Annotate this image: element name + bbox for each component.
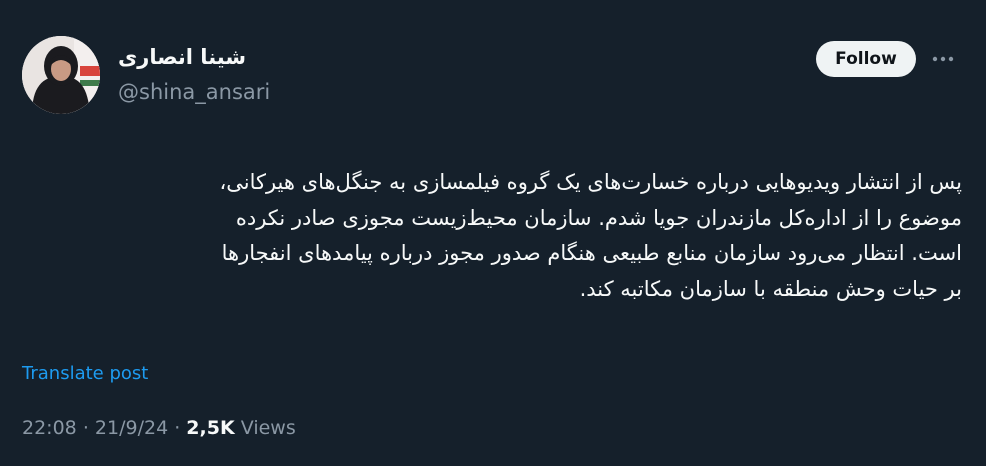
more-options-button[interactable] [930, 48, 956, 70]
more-horizontal-icon [932, 56, 954, 62]
tweet-text: پس از انتشار ویدیوهایی درباره خسارت‌های … [22, 165, 962, 307]
post-date[interactable]: 21/9/24 [95, 417, 168, 439]
translate-post-link[interactable]: Translate post [22, 361, 148, 387]
tweet-text-line: موضوع را از اداره‌کل مازندران جویا شدم. … [235, 205, 962, 230]
meta-separator: · [82, 417, 89, 439]
tweet-text-line: پس از انتشار ویدیوهایی درباره خسارت‌های … [219, 170, 962, 194]
tweet-metadata: 22:08 · 21/9/24 · 2,5K Views [22, 413, 296, 443]
tweet-text-line: بر حیات وحش منطقه با سازمان مکاتبه کند. [579, 276, 962, 301]
profile-photo [22, 36, 100, 114]
username-handle[interactable]: @shina_ansari [118, 78, 270, 106]
tweet-text-line: است. انتظار می‌رود سازمان منابع طبیعی هن… [221, 241, 962, 265]
follow-button[interactable]: Follow [816, 41, 916, 77]
avatar[interactable] [22, 36, 100, 114]
views-label: Views [240, 417, 296, 439]
post-time[interactable]: 22:08 [22, 417, 77, 439]
views-count: 2,5K [186, 417, 235, 439]
meta-separator: · [174, 417, 181, 439]
display-name[interactable]: شینا انصاری [118, 42, 318, 72]
